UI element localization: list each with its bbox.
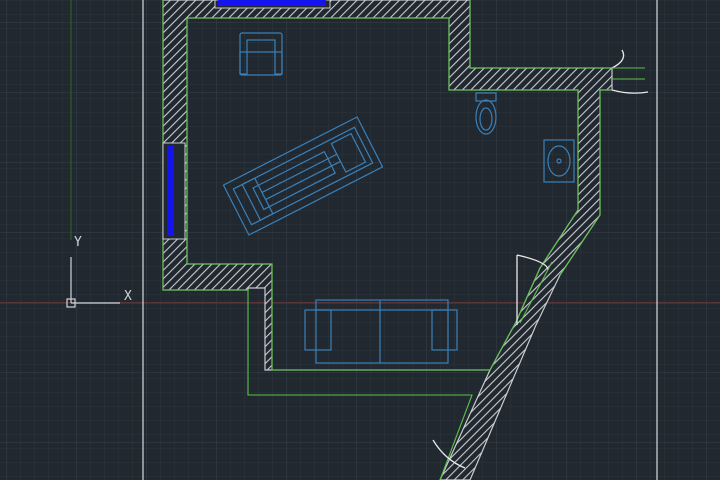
- window-top[interactable]: [218, 0, 326, 6]
- drawing-viewport[interactable]: Y X: [0, 0, 720, 480]
- window-left[interactable]: [167, 146, 174, 236]
- ucs-x-label: X: [124, 289, 132, 304]
- ucs-y-label: Y: [74, 235, 82, 250]
- cad-model-space[interactable]: [0, 0, 720, 480]
